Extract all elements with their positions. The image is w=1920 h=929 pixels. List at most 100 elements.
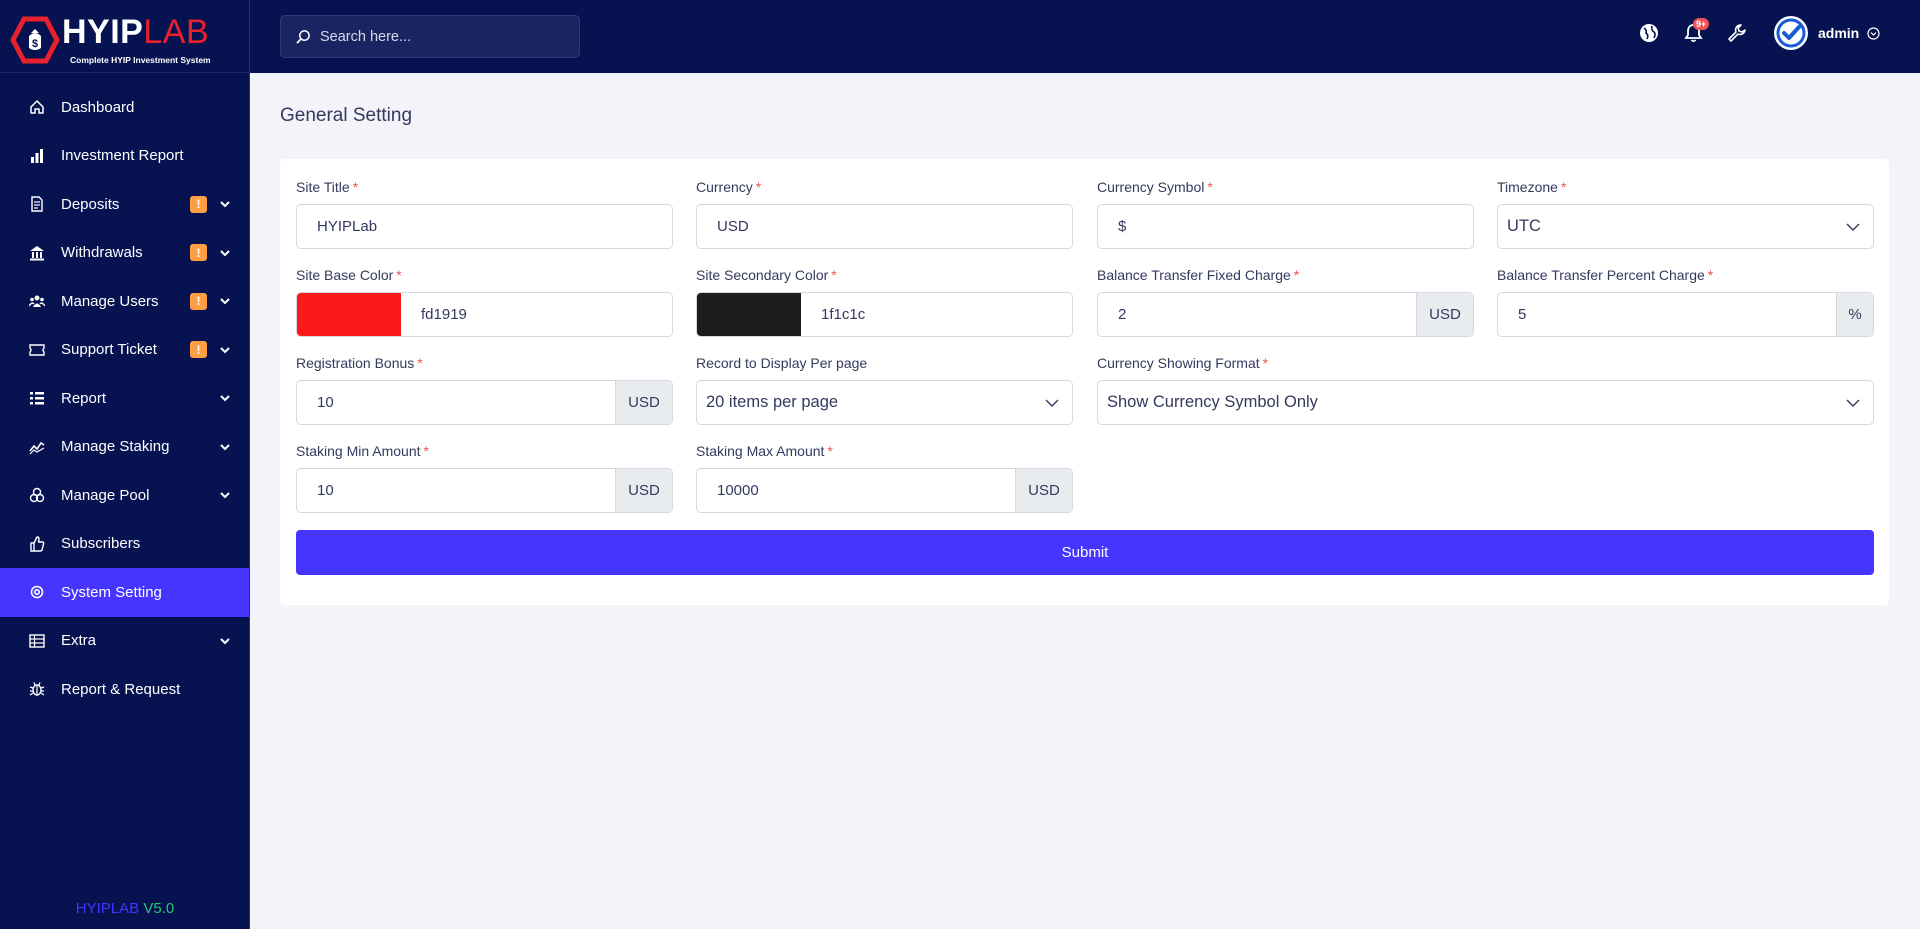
page-title: General Setting [280, 105, 413, 126]
search-box[interactable] [280, 15, 580, 58]
chevron-down-icon [220, 250, 230, 257]
chevron-down-icon [220, 638, 230, 645]
currency-format-select[interactable]: Show Currency Symbol Only [1097, 380, 1874, 425]
user-menu[interactable]: admin [1774, 15, 1880, 51]
base-color-swatch[interactable] [297, 293, 401, 336]
bt-percent-charge-field: Balance Transfer Percent Charge * 5 % [1497, 267, 1874, 337]
chevron-down-icon [1833, 205, 1873, 248]
registration-bonus-field: Registration Bonus * 10 USD [296, 355, 673, 425]
alert-badge: ! [190, 244, 207, 262]
chevron-down-icon [220, 298, 230, 305]
currency-addon: USD [615, 469, 672, 512]
topbar: 9+ admin [250, 0, 1920, 73]
sidebar-item-label: Report & Request [61, 680, 181, 698]
invoice-icon [28, 195, 46, 213]
notification-bell-icon[interactable]: 9+ [1682, 18, 1710, 44]
sidebar-item-support-ticket[interactable]: Support Ticket! [0, 326, 249, 375]
chevron-down-icon [220, 444, 230, 451]
user-name: admin [1818, 25, 1860, 41]
sidebar-item-withdrawals[interactable]: Withdrawals! [0, 229, 249, 278]
registration-bonus-input[interactable]: 10 USD [296, 380, 673, 425]
per-page-field: Record to Display Per page 20 items per … [696, 355, 1073, 425]
brand-name: HYIPLAB [62, 13, 210, 51]
alert-badge: ! [190, 292, 207, 310]
staking-max-input[interactable]: 10000 USD [696, 468, 1073, 513]
sidebar-item-extra[interactable]: Extra [0, 617, 249, 666]
base-color-field: Site Base Color * fd1919 [296, 267, 673, 337]
alert-badge: ! [190, 195, 207, 213]
currency-addon: USD [1015, 469, 1072, 512]
bar-chart-icon [28, 147, 46, 165]
sidebar-item-report[interactable]: Report [0, 374, 249, 423]
staking-max-field: Staking Max Amount * 10000 USD [696, 443, 1073, 513]
chevron-down-icon [220, 201, 230, 208]
site-title-input[interactable]: HYIPLab [296, 204, 673, 249]
sidebar-item-system-setting[interactable]: System Setting [0, 568, 249, 617]
list-icon [28, 389, 46, 407]
sidebar: $ HYIPLAB Complete HYIP Investment Syste… [0, 0, 250, 929]
secondary-color-input[interactable]: 1f1c1c [696, 292, 1073, 337]
currency-symbol-input[interactable]: $ [1097, 204, 1474, 249]
brand-tagline: Complete HYIP Investment System [70, 55, 211, 65]
bt-fixed-charge-input[interactable]: 2 USD [1097, 292, 1474, 337]
chevron-down-icon [220, 492, 230, 499]
brand[interactable]: $ HYIPLAB Complete HYIP Investment Syste… [0, 0, 249, 73]
submit-button[interactable]: Submit [296, 530, 1874, 575]
version-label: HYIPLAB V5.0 [75, 900, 175, 917]
chart-line-icon [28, 438, 46, 456]
percent-addon: % [1836, 293, 1873, 336]
currency-addon: USD [615, 381, 672, 424]
chevron-down-icon [1032, 381, 1072, 424]
wrench-icon[interactable] [1726, 22, 1748, 44]
sidebar-item-manage-staking[interactable]: Manage Staking [0, 423, 249, 472]
sidebar-item-manage-users[interactable]: Manage Users! [0, 277, 249, 326]
currency-symbol-field: Currency Symbol * $ [1097, 179, 1474, 249]
notification-count-badge: 9+ [1693, 18, 1710, 30]
alert-badge: ! [190, 341, 207, 359]
sidebar-item-report-request[interactable]: Report & Request [0, 665, 249, 714]
per-page-select[interactable]: 20 items per page [696, 380, 1073, 425]
avatar [1774, 16, 1808, 50]
bt-fixed-charge-field: Balance Transfer Fixed Charge * 2 USD [1097, 267, 1474, 337]
thumbs-up-icon [28, 535, 46, 553]
sidebar-item-label: Investment Report [61, 147, 184, 165]
site-title-field: Site Title * HYIPLab [296, 179, 673, 249]
chevron-down-icon [220, 347, 230, 354]
secondary-color-field: Site Secondary Color * 1f1c1c [696, 267, 1073, 337]
search-input[interactable] [320, 28, 550, 45]
sidebar-item-manage-pool[interactable]: Manage Pool [0, 471, 249, 520]
sidebar-item-investment-report[interactable]: Investment Report [0, 132, 249, 181]
chevron-down-icon [220, 395, 230, 402]
secondary-color-swatch[interactable] [697, 293, 801, 336]
ticket-icon [28, 341, 46, 359]
sidebar-item-label: Subscribers [61, 535, 141, 553]
general-setting-form: Site Title * HYIPLab Currency * USD Curren… [280, 159, 1889, 605]
brand-logo[interactable]: $ HYIPLAB Complete HYIP Investment Syste… [8, 10, 218, 65]
logo-hexagon-icon: $ [10, 16, 60, 64]
currency-format-field: Currency Showing Format * Show Currency S… [1097, 355, 1874, 425]
currency-field: Currency * USD [696, 179, 1073, 249]
currency-input[interactable]: USD [696, 204, 1073, 249]
currency-addon: USD [1416, 293, 1473, 336]
bug-icon [28, 680, 46, 698]
chevron-down-circle-icon [1867, 26, 1880, 40]
gear-icon [28, 583, 46, 601]
svg-text:$: $ [32, 38, 38, 50]
base-color-input[interactable]: fd1919 [296, 292, 673, 337]
users-icon [28, 292, 46, 310]
coins-icon [28, 486, 46, 504]
globe-icon[interactable] [1638, 22, 1660, 44]
sidebar-item-label: Dashboard [61, 98, 135, 116]
bt-percent-charge-input[interactable]: 5 % [1497, 292, 1874, 337]
sidebar-menu: Dashboard Investment Report Deposits! Withd… [0, 73, 249, 714]
timezone-select[interactable]: UTC [1497, 204, 1874, 249]
staking-min-field: Staking Min Amount * 10 USD [296, 443, 673, 513]
sidebar-item-deposits[interactable]: Deposits! [0, 180, 249, 229]
sidebar-item-dashboard[interactable]: Dashboard [0, 83, 249, 132]
bank-icon [28, 244, 46, 262]
home-icon [28, 98, 46, 116]
timezone-field: Timezone * UTC [1497, 179, 1874, 249]
sidebar-item-subscribers[interactable]: Subscribers [0, 520, 249, 569]
staking-min-input[interactable]: 10 USD [296, 468, 673, 513]
search-icon [296, 30, 310, 44]
